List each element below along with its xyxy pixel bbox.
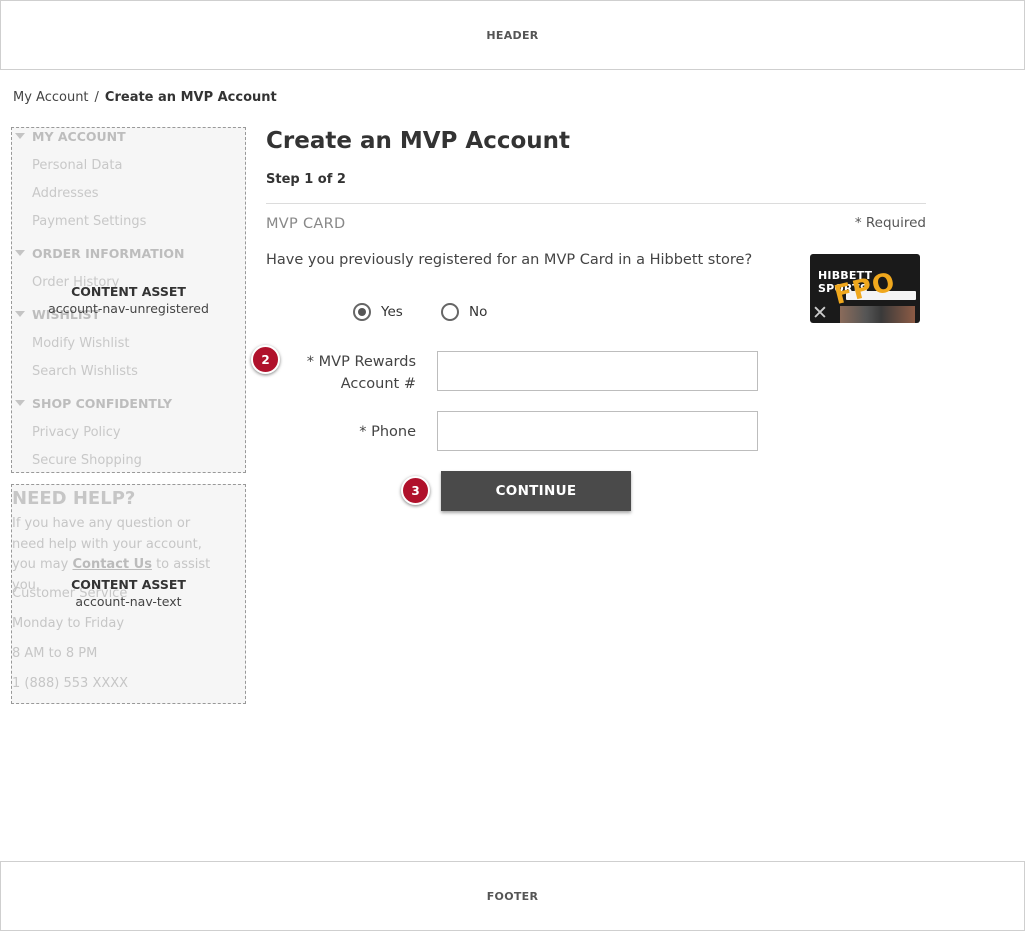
service-phone: 1 (888) 553 XXXX [12, 676, 129, 691]
nav-link-payment-settings[interactable]: Payment Settings [32, 214, 146, 229]
service-hours: 8 AM to 8 PM [12, 646, 98, 661]
caret-down-icon [15, 133, 25, 139]
help-asset: NEED HELP? If you have any question or n… [11, 484, 246, 704]
section-title: MVP CARD [266, 216, 346, 232]
step-indicator: Step 1 of 2 [266, 172, 346, 187]
registration-question: Have you previously registered for an MV… [266, 252, 753, 268]
radio-yes[interactable]: Yes [353, 303, 403, 321]
breadcrumb-current: Create an MVP Account [104, 90, 277, 105]
content-asset-id: account-nav-text [75, 594, 182, 609]
page-footer: FOOTER [0, 861, 1025, 931]
page-title: Create an MVP Account [266, 128, 571, 154]
page-header: HEADER [0, 0, 1025, 70]
account-nav-asset: MY ACCOUNT Personal Data Addresses Payme… [11, 127, 246, 473]
caret-down-icon [15, 250, 25, 256]
radio-yes-label: Yes [381, 304, 403, 320]
mvp-account-label-line2: Account # [340, 376, 416, 392]
mvp-account-input[interactable] [437, 351, 758, 391]
content-asset-id: account-nav-unregistered [48, 301, 209, 316]
card-art [840, 306, 915, 323]
continue-button[interactable]: CONTINUE [441, 471, 631, 511]
mvp-account-label-line1: * MVP Rewards [306, 354, 416, 370]
breadcrumb: My Account / Create an MVP Account [13, 90, 277, 105]
contact-us-link[interactable]: Contact Us [72, 557, 151, 572]
caret-down-icon [15, 400, 25, 406]
close-icon: ✕ [812, 302, 828, 323]
phone-label: * Phone [359, 424, 416, 440]
mvp-card-image: HIBBETT SPORTS FPO ✕ [810, 254, 920, 323]
nav-link-secure-shopping[interactable]: Secure Shopping [32, 453, 142, 468]
nav-group-order-information: ORDER INFORMATION [15, 246, 185, 261]
content-asset-label: CONTENT ASSET account-nav-unregistered [12, 284, 245, 316]
header-label: HEADER [486, 28, 539, 42]
nav-link-privacy-policy[interactable]: Privacy Policy [32, 425, 121, 440]
mvp-account-label: * MVP Rewards Account # [307, 351, 416, 395]
phone-input[interactable] [437, 411, 758, 451]
help-title: NEED HELP? [12, 488, 136, 509]
radio-no-label: No [469, 304, 488, 320]
nav-group-title: SHOP CONFIDENTLY [32, 396, 173, 411]
breadcrumb-my-account[interactable]: My Account [13, 90, 89, 105]
nav-group-title: ORDER INFORMATION [32, 246, 185, 261]
radio-checked-icon[interactable] [353, 303, 371, 321]
nav-group-title: MY ACCOUNT [32, 129, 126, 144]
breadcrumb-separator: / [94, 90, 99, 105]
radio-no[interactable]: No [441, 303, 487, 321]
step-badge-3: 3 [401, 476, 430, 505]
nav-link-addresses[interactable]: Addresses [32, 186, 99, 201]
nav-group-shop-confidently: SHOP CONFIDENTLY [15, 396, 173, 411]
nav-link-modify-wishlist[interactable]: Modify Wishlist [32, 336, 130, 351]
required-note: * Required [854, 215, 926, 231]
service-days: Monday to Friday [12, 616, 125, 631]
nav-link-search-wishlists[interactable]: Search Wishlists [32, 364, 138, 379]
divider [266, 203, 926, 204]
footer-label: FOOTER [486, 889, 539, 903]
radio-unchecked-icon[interactable] [441, 303, 459, 321]
content-asset-title: CONTENT ASSET [71, 577, 186, 592]
content-asset-label: CONTENT ASSET account-nav-text [12, 577, 245, 609]
nav-group-my-account: MY ACCOUNT [15, 129, 126, 144]
step-badge-2: 2 [251, 345, 280, 374]
nav-link-personal-data[interactable]: Personal Data [32, 158, 122, 173]
content-asset-title: CONTENT ASSET [71, 284, 186, 299]
